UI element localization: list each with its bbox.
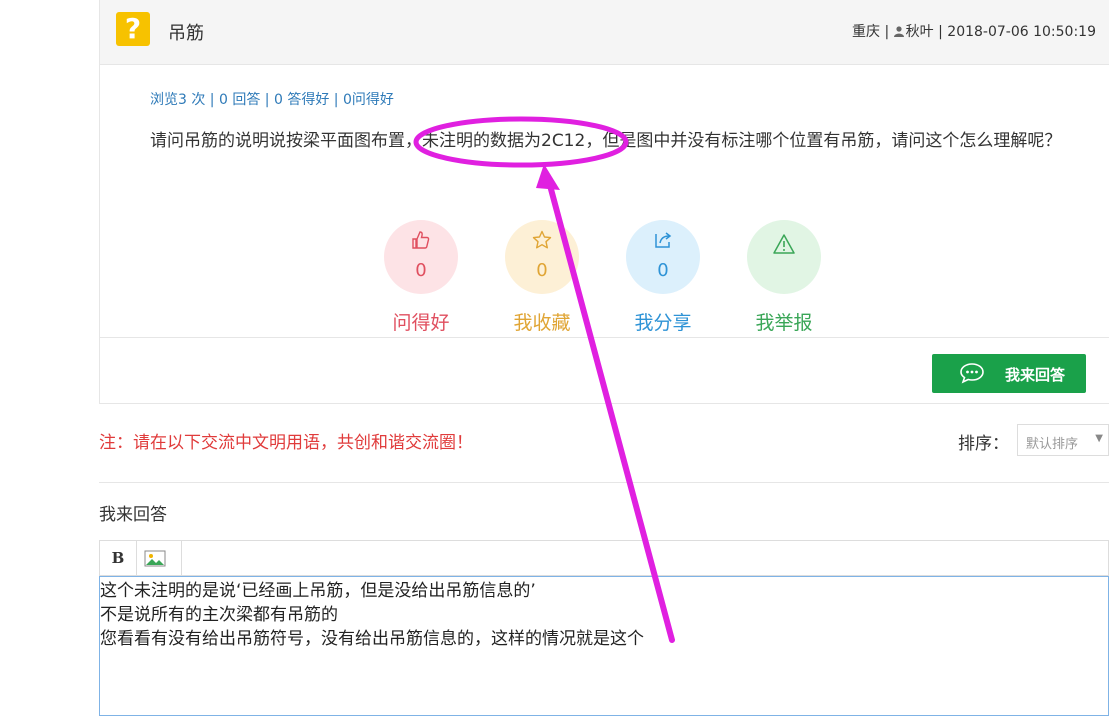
favorite-button[interactable]: 0 我收藏 <box>492 220 592 335</box>
answer-button-label[interactable]: 我来回答 <box>1005 364 1065 385</box>
action-circle[interactable]: 0 <box>384 220 458 294</box>
action-circle[interactable]: 0 <box>505 220 579 294</box>
warning-icon <box>773 234 795 254</box>
meta-separator: | <box>933 24 948 40</box>
favorite-count: 0 <box>536 260 548 281</box>
sort-select[interactable]: 默认排序 ▼ <box>1017 424 1109 456</box>
meta-separator: | <box>880 24 894 40</box>
question-stats: 浏览3 次 | 0 回答 | 0 答得好 | 0问得好 <box>150 89 394 109</box>
stat-separator: | <box>260 92 274 108</box>
stat-good-answers: 0 答得好 <box>273 92 330 108</box>
sort-selected-value: 默认排序 <box>1026 437 1079 452</box>
stat-views: 浏览3 次 <box>150 92 206 108</box>
meta-location: 重庆 <box>852 24 881 40</box>
meta-time: 2018-07-06 10:50:19 <box>947 24 1096 40</box>
share-label[interactable]: 我分享 <box>613 308 713 335</box>
stat-good-questions: 0问得好 <box>342 92 394 108</box>
like-count: 0 <box>415 260 427 281</box>
reply-line: 这个未注明的是说‘已经画上吊筋，但是没给出吊筋信息的’ <box>100 581 536 601</box>
question-title: 吊筋 <box>168 23 204 44</box>
like-question-button[interactable]: 0 问得好 <box>371 220 471 335</box>
share-button[interactable]: 0 我分享 <box>613 220 713 335</box>
reply-line: 您看看有没有给出吊筋符号，没有给出吊筋信息的，这样的情况就是这个 <box>100 629 644 649</box>
like-label[interactable]: 问得好 <box>371 308 471 335</box>
divider <box>100 337 1109 338</box>
action-circle[interactable]: 0 <box>747 220 821 294</box>
question-header: ? 吊筋 重庆 | 秋叶 | 2018-07-06 10:50:19 <box>100 0 1109 65</box>
answer-button[interactable]: 我来回答 <box>932 354 1086 393</box>
reply-title: 我来回答 <box>99 505 167 525</box>
action-circle[interactable]: 0 <box>626 220 700 294</box>
thumbs-up-icon <box>412 231 430 249</box>
civility-notice: 注：请在以下交流中文明用语，共创和谐交流圈！ <box>99 433 473 453</box>
share-icon <box>655 232 672 248</box>
report-label[interactable]: 我举报 <box>734 308 834 335</box>
meta-user[interactable]: 秋叶 <box>906 24 934 40</box>
share-count: 0 <box>657 260 669 281</box>
divider <box>99 482 1109 483</box>
question-meta: 重庆 | 秋叶 | 2018-07-06 10:50:19 <box>852 21 1096 41</box>
chat-icon <box>960 363 984 384</box>
question-body: 请问吊筋的说明说按梁平面图布置，未注明的数据为2C12，但是图中并没有标注哪个位… <box>150 131 1062 151</box>
stat-separator: | <box>329 92 343 108</box>
favorite-label[interactable]: 我收藏 <box>492 308 592 335</box>
stat-separator: | <box>205 92 219 108</box>
dropdown-arrow-icon: ▼ <box>1095 433 1103 444</box>
star-icon <box>532 230 552 249</box>
stat-answers: 0 回答 <box>218 92 261 108</box>
reply-line: 不是说所有的主次梁都有吊筋的 <box>100 605 338 625</box>
editor-toolbar: B <box>99 540 1109 576</box>
image-icon[interactable] <box>144 550 166 567</box>
reply-editor[interactable]: 这个未注明的是说‘已经画上吊筋，但是没给出吊筋信息的’ 不是说所有的主次梁都有吊… <box>99 576 1109 716</box>
question-mark-icon: ? <box>116 12 150 46</box>
user-icon <box>893 26 904 37</box>
toolbar-separator <box>181 541 182 575</box>
question-panel: ? 吊筋 重庆 | 秋叶 | 2018-07-06 10:50:19 浏览3 次… <box>99 0 1109 404</box>
sort-label: 排序： <box>958 434 1009 454</box>
report-button[interactable]: 0 我举报 <box>734 220 834 335</box>
bold-button[interactable]: B <box>100 541 137 575</box>
